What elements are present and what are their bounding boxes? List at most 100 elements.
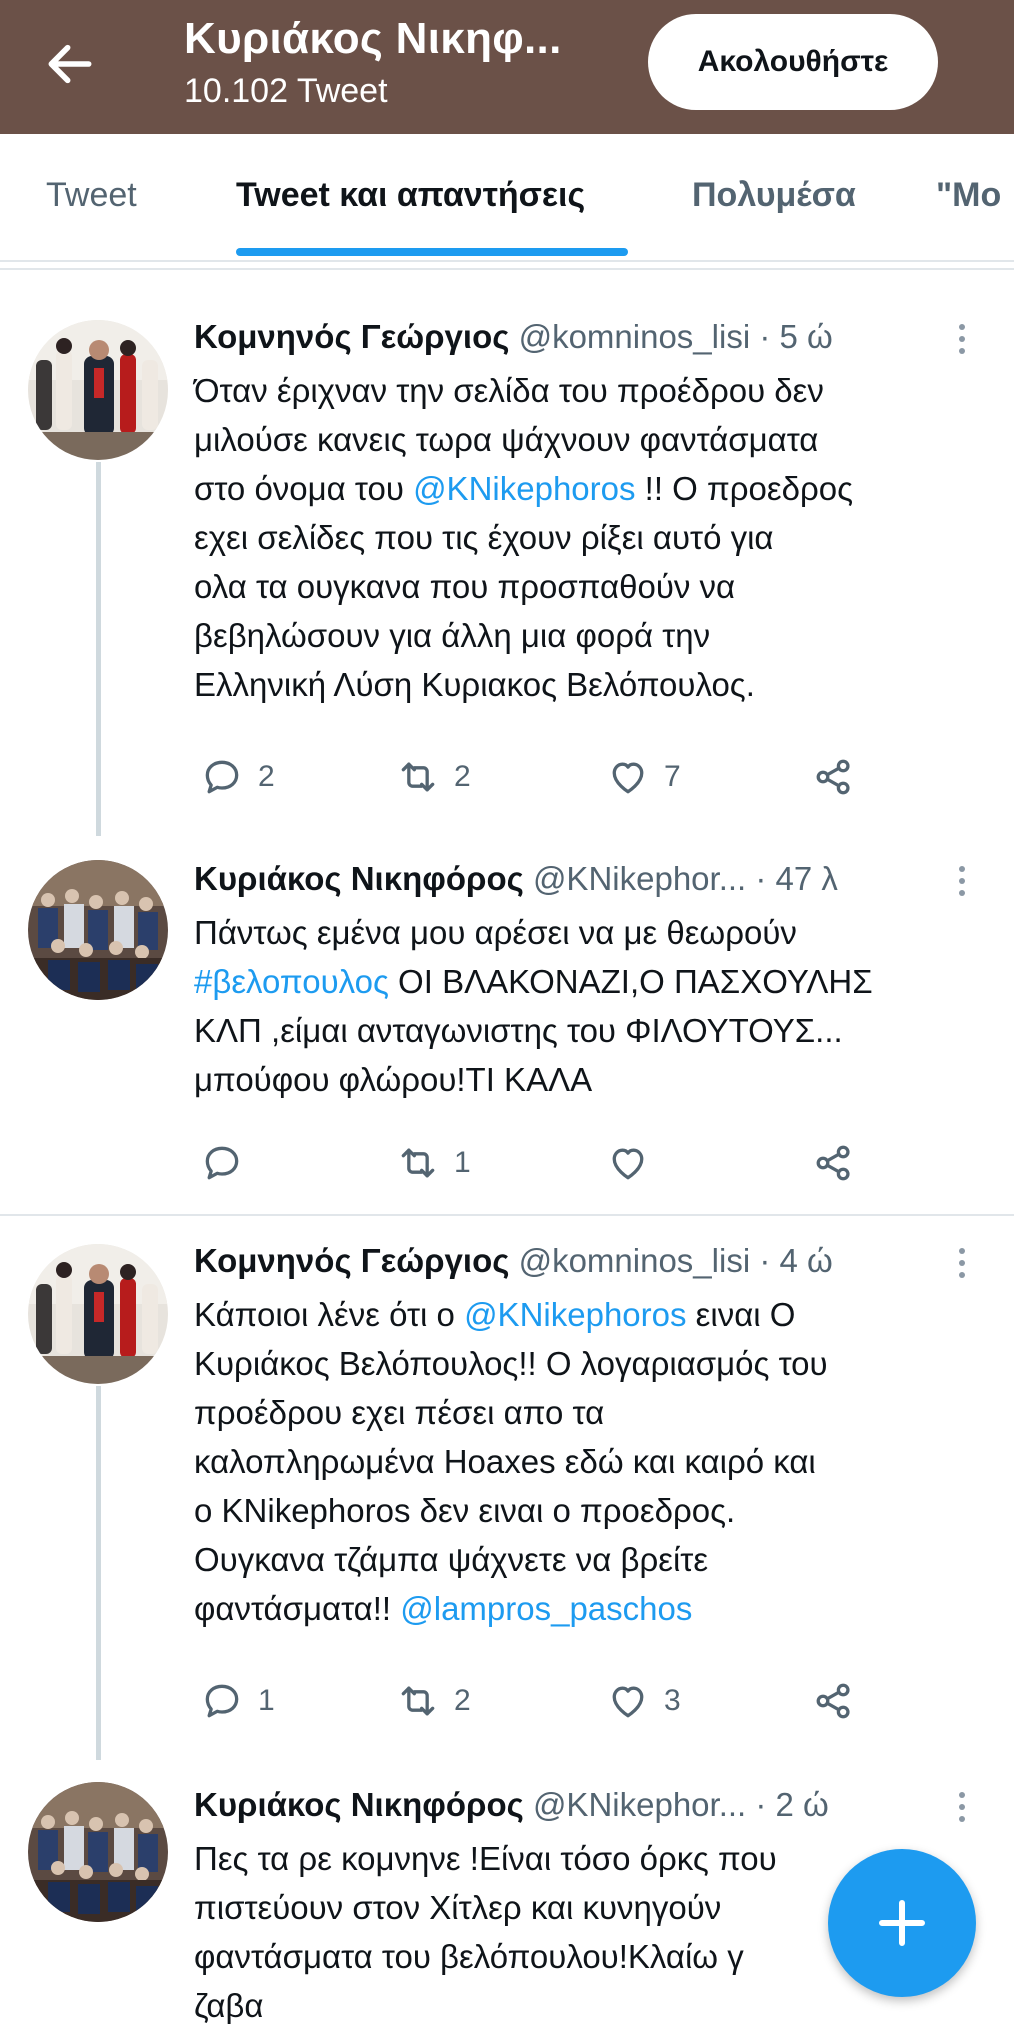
- active-tab-indicator: [236, 248, 628, 256]
- author-name[interactable]: Κομνηνός Γεώργιος: [194, 318, 509, 355]
- mention-link[interactable]: @KNikephoros: [413, 470, 635, 507]
- tab-likes[interactable]: "Μο: [936, 176, 1001, 215]
- tweet-time[interactable]: · 47 λ: [755, 860, 838, 897]
- tweet-line: μιλούσε κανεις τωρα ψάχνουν φαντάσματα: [194, 421, 819, 458]
- more-options-icon[interactable]: [956, 1792, 968, 1828]
- share-button[interactable]: [812, 1138, 856, 1188]
- share-button[interactable]: [812, 752, 856, 802]
- more-options-icon[interactable]: [956, 1248, 968, 1284]
- reply-count: 1: [258, 1684, 275, 1717]
- more-options-icon[interactable]: [956, 866, 968, 902]
- tab-tweets[interactable]: Tweet: [46, 176, 137, 215]
- share-icon: [816, 1145, 850, 1181]
- mention-link[interactable]: @lampros_paschos: [400, 1590, 692, 1627]
- tweet-meta: Κομνηνός Γεώργιος @komninos_lisi · 4 ώ: [194, 1242, 833, 1280]
- avatar[interactable]: [28, 1782, 168, 1922]
- more-options-icon[interactable]: [956, 324, 968, 360]
- tweet-count: 10.102 Tweet: [184, 72, 388, 110]
- compose-tweet-button[interactable]: [828, 1849, 976, 1997]
- retweet-count: 1: [454, 1146, 471, 1179]
- avatar-photo: [28, 1782, 168, 1922]
- heart-icon: [612, 1148, 644, 1180]
- author-name[interactable]: Κυριάκος Νικηφόρος: [194, 860, 524, 897]
- tweet-line: Όταν έριχναν την σελίδα του προέδρου δεν: [194, 372, 824, 409]
- tweet-meta: Κυριάκος Νικηφόρος @KNikephor... · 2 ώ: [194, 1786, 829, 1824]
- retweet-button[interactable]: 2: [396, 1676, 471, 1726]
- tab-media[interactable]: Πολυμέσα: [692, 176, 856, 215]
- profile-name: Κυριάκος Νικηφ...: [184, 14, 562, 63]
- avatar[interactable]: [28, 860, 168, 1000]
- share-button[interactable]: [812, 1676, 856, 1726]
- thread-line: [96, 1386, 101, 1760]
- tweet[interactable]: Κομνηνός Γεώργιος @komninos_lisi · 5 ώ Ό…: [0, 270, 1014, 836]
- profile-tabs: Tweet Tweet και απαντήσεις Πολυμέσα "Μο: [0, 134, 1014, 262]
- retweet-button[interactable]: 1: [396, 1138, 471, 1188]
- like-button[interactable]: 7: [606, 752, 681, 802]
- tweet-actions: 2 2 7: [200, 752, 900, 802]
- tweet-time[interactable]: · 4 ώ: [759, 1242, 832, 1279]
- tweet-text: Πάντως εμένα μου αρέσει να με θεωρούν #β…: [194, 908, 984, 1104]
- author-handle[interactable]: @komninos_lisi: [519, 1242, 751, 1279]
- like-button[interactable]: 3: [606, 1676, 681, 1726]
- like-count: 7: [664, 760, 681, 793]
- tweet-line: βεβηλώσουν για άλλη μια φορά την: [194, 617, 711, 654]
- retweet-button[interactable]: 2: [396, 752, 471, 802]
- tweet-line: μπούφου φλώρου!ΤΙ ΚΑΛΑ: [194, 1061, 593, 1098]
- arrow-left-icon: [48, 44, 92, 84]
- avatar-photo: [28, 1244, 168, 1384]
- tweet-line: ΚΛΠ ,είμαι ανταγωνιστης του ΦΙΛΟΥΤΟΥΣ...: [194, 1012, 843, 1049]
- tweet-line: Ουγκανα τζάμπα ψάχνετε να βρείτε: [194, 1541, 709, 1578]
- reply-button[interactable]: [200, 1138, 258, 1188]
- tweet-line: φαντάσματα!! @lampros_paschos: [194, 1590, 693, 1627]
- tweet-line: Κυριάκος Βελόπουλος!! Ο λογαριασμός του: [194, 1345, 828, 1382]
- tweet-line: Ελληνική Λύση Κυριακος Βελόπουλος.: [194, 666, 755, 703]
- avatar[interactable]: [28, 1244, 168, 1384]
- back-button[interactable]: [42, 36, 98, 92]
- tweet-time[interactable]: · 5 ώ: [759, 318, 832, 355]
- tweet-line: Κάποιοι λένε ότι ο @KNikephoros ειναι Ο: [194, 1296, 796, 1333]
- reply-button[interactable]: 1: [200, 1676, 275, 1726]
- tweet-actions: 1 2 3: [200, 1676, 900, 1726]
- avatar[interactable]: [28, 320, 168, 460]
- retweet-count: 2: [454, 760, 471, 793]
- author-handle[interactable]: @komninos_lisi: [519, 318, 751, 355]
- tab-tweets-and-replies[interactable]: Tweet και απαντήσεις: [236, 176, 585, 215]
- tweet-line: ζαβα: [194, 1987, 264, 2024]
- tweet-line: ο KNikephoros δεν ειναι ο προεδρος.: [194, 1492, 736, 1529]
- profile-header: Κυριάκος Νικηφ... 10.102 Tweet Ακολουθήσ…: [0, 0, 1014, 134]
- avatar-photo: [28, 860, 168, 1000]
- tweet[interactable]: Κυριάκος Νικηφόρος @KNikephor... · 47 λ …: [0, 836, 1014, 1214]
- heart-icon: [612, 762, 644, 794]
- tweet-line: ολα τα ουγκανα που προσπαθούν να: [194, 568, 736, 605]
- share-icon: [816, 759, 850, 795]
- tweet-text: Κάποιοι λένε ότι ο @KNikephoros ειναι Ο …: [194, 1290, 984, 1633]
- tweet-time[interactable]: · 2 ώ: [755, 1786, 828, 1823]
- author-handle[interactable]: @KNikephor...: [533, 860, 746, 897]
- reply-icon: [205, 760, 239, 794]
- author-handle[interactable]: @KNikephor...: [533, 1786, 746, 1823]
- plus-icon: [879, 1900, 925, 1946]
- reply-icon: [205, 1146, 239, 1180]
- mention-link[interactable]: @KNikephoros: [464, 1296, 686, 1333]
- share-icon: [816, 1683, 850, 1719]
- author-name[interactable]: Κυριάκος Νικηφόρος: [194, 1786, 524, 1823]
- tweet-line: #βελοπουλος ΟΙ ΒΛΑΚΟΝΑΖΙ,Ο ΠΑΣΧΟΥΛΗΣ: [194, 963, 873, 1000]
- hashtag-link[interactable]: #βελοπουλος: [194, 963, 389, 1000]
- like-count: 3: [664, 1684, 681, 1717]
- tweet-line: Πάντως εμένα μου αρέσει να με θεωρούν: [194, 914, 797, 951]
- tweet[interactable]: Κομνηνός Γεώργιος @komninos_lisi · 4 ώ Κ…: [0, 1216, 1014, 1760]
- retweet-icon: [401, 1148, 435, 1178]
- reply-button[interactable]: 2: [200, 752, 275, 802]
- tweet-line: καλοπληρωμένα Hoaxes εδώ και καιρό και: [194, 1443, 816, 1480]
- thread-line: [96, 462, 101, 836]
- tweet-line: προέδρου εχει πέσει απο τα: [194, 1394, 605, 1431]
- avatar-photo: [28, 320, 168, 460]
- tweet-meta: Κομνηνός Γεώργιος @komninos_lisi · 5 ώ: [194, 318, 833, 356]
- author-name[interactable]: Κομνηνός Γεώργιος: [194, 1242, 509, 1279]
- tweet-meta: Κυριάκος Νικηφόρος @KNikephor... · 47 λ: [194, 860, 838, 898]
- like-button[interactable]: [606, 1138, 664, 1188]
- retweet-count: 2: [454, 1684, 471, 1717]
- tweet-line: εχει σελίδες που τις έχουν ρίξει αυτό γι…: [194, 519, 774, 556]
- follow-button[interactable]: Ακολουθήστε: [648, 14, 938, 110]
- retweet-icon: [401, 762, 435, 792]
